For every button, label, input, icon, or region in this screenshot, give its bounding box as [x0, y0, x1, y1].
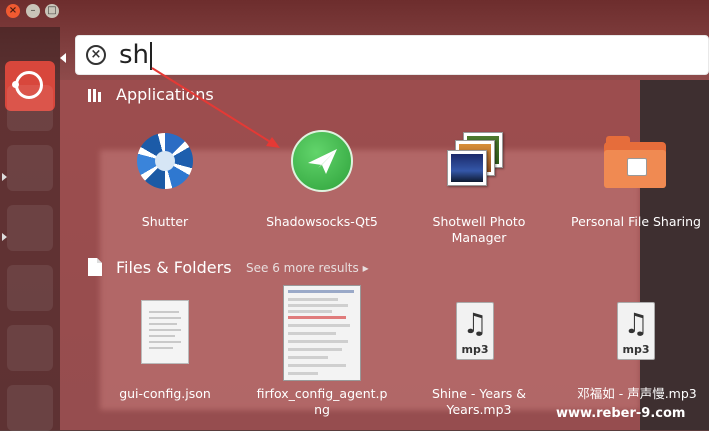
launcher-item-browser[interactable]	[7, 145, 53, 191]
label-line: Shine - Years &	[431, 386, 527, 401]
document-icon[interactable]	[141, 300, 189, 364]
launcher-item-impress[interactable]	[7, 325, 53, 371]
label-line: Manager	[451, 230, 507, 245]
close-window-button[interactable]: ×	[6, 4, 20, 18]
launcher-item-software-center[interactable]	[7, 385, 53, 431]
launcher-active-arrow	[60, 53, 66, 63]
launcher	[0, 27, 60, 431]
launcher-pip	[2, 173, 7, 181]
shotwell-icon[interactable]	[447, 130, 507, 188]
see-more-results-link[interactable]: See 6 more results ▸	[246, 261, 369, 275]
files-heading[interactable]: Files & Folders	[116, 258, 232, 277]
mp3-icon[interactable]: ♫ mp3	[456, 302, 494, 360]
app-file-sharing-label[interactable]: Personal File Sharing	[568, 214, 704, 230]
text-caret	[150, 42, 152, 70]
file-sharing-icon[interactable]	[604, 136, 666, 188]
files-lens-icon[interactable]	[88, 258, 102, 276]
label-line: firfox_config_agent.p	[256, 386, 388, 401]
launcher-item-calc[interactable]	[7, 265, 53, 311]
dash-search-bar[interactable]: × sh	[75, 35, 709, 75]
launcher-item-files[interactable]	[7, 85, 53, 131]
blurred-window	[100, 150, 640, 410]
mp3-icon[interactable]: ♫ mp3	[617, 302, 655, 360]
watermark-text: www.reber-9.com	[556, 406, 686, 421]
file-firfox-config-label[interactable]: firfox_config_agent.p ng	[252, 386, 392, 418]
shutter-icon[interactable]	[137, 133, 193, 189]
app-shotwell-label[interactable]: Shotwell Photo Manager	[420, 214, 538, 246]
file-shine-label[interactable]: Shine - Years & Years.mp3	[424, 386, 534, 418]
search-input[interactable]: sh	[119, 40, 149, 70]
file-gui-config-label[interactable]: gui-config.json	[110, 386, 220, 402]
see-more-label: See 6 more results	[246, 261, 359, 275]
applications-heading[interactable]: Applications	[116, 85, 214, 104]
shadowsocks-icon[interactable]	[291, 130, 353, 192]
image-thumbnail-icon[interactable]	[283, 285, 361, 381]
chevron-right-icon: ▸	[362, 261, 369, 275]
mp3-badge: mp3	[622, 343, 650, 356]
label-line: Years.mp3	[446, 402, 512, 417]
label-line: ng	[314, 402, 330, 417]
app-shutter-label[interactable]: Shutter	[110, 214, 220, 230]
music-note-icon: ♫	[623, 307, 649, 340]
launcher-item-writer[interactable]	[7, 205, 53, 251]
blurred-terminal	[640, 80, 709, 430]
music-note-icon: ♫	[462, 307, 488, 340]
clear-search-icon[interactable]: ×	[86, 45, 106, 65]
app-shadowsocks-label[interactable]: Shadowsocks-Qt5	[256, 214, 388, 230]
label-line: Shotwell Photo	[432, 214, 526, 229]
launcher-pip	[2, 233, 7, 241]
file-dengfuru-label[interactable]: 邓福如 - 声声慢.mp3	[572, 386, 702, 402]
maximize-window-button[interactable]: □	[45, 4, 59, 18]
minimize-window-button[interactable]: –	[26, 4, 40, 18]
applications-lens-icon[interactable]	[87, 87, 103, 103]
mp3-badge: mp3	[461, 343, 489, 356]
